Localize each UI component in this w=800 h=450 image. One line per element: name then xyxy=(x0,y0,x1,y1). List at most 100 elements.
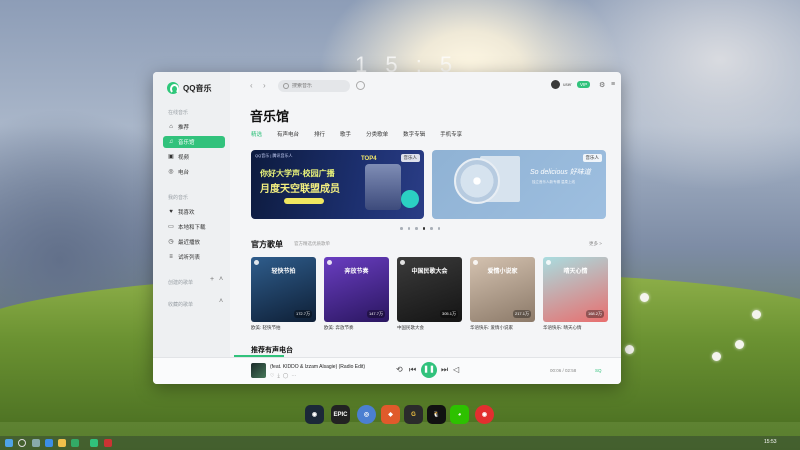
now-playing-title[interactable]: (feat. KIDDO & Izzam Alsagie) (Radio Edi… xyxy=(270,364,365,370)
tab-audio-radio[interactable]: 有声电台 xyxy=(277,130,299,138)
app-icon-orange[interactable]: ◆ xyxy=(381,405,400,424)
playlist-name[interactable]: 华语快乐: 爱情小说家 xyxy=(470,325,535,331)
playlist-name[interactable]: 欧美: 轻快节拍 xyxy=(251,325,316,331)
search-input[interactable] xyxy=(289,83,347,89)
app-icon-red[interactable] xyxy=(104,439,112,447)
sidebar-item-label: 试听列表 xyxy=(178,255,201,261)
more-link[interactable]: 更多 > xyxy=(589,241,602,247)
chevron-up-icon[interactable]: ˄ xyxy=(219,276,223,283)
carousel-dot[interactable] xyxy=(430,227,433,230)
more-icon[interactable]: ⋯ xyxy=(291,373,299,379)
playlist-card[interactable]: 爱情小说家 217.1万华语快乐: 爱情小说家 xyxy=(470,257,535,331)
playlist-cover[interactable]: 轻快节拍 172.7万 xyxy=(251,257,316,322)
sidebar-item-liked[interactable]: ♥ 我喜欢 xyxy=(163,206,225,218)
playlist-cover[interactable]: 中国民歌大会 305.1万 xyxy=(397,257,462,322)
add-playlist-icon[interactable]: + xyxy=(210,276,214,283)
playlist-name[interactable]: 中国民歌大会 xyxy=(397,325,462,331)
wechat-icon[interactable]: ◕ xyxy=(450,405,469,424)
tab-digital-albums[interactable]: 数字专辑 xyxy=(403,130,425,138)
banner-title: So delicious 好味道 xyxy=(530,169,591,176)
menu-icon[interactable]: ≡ xyxy=(611,81,615,88)
app-icon-blue[interactable]: ◎ xyxy=(357,405,376,424)
banner-campus-radio[interactable]: QQ音乐 | 腾讯音乐人 你好大学声·校园广播 月度天空联盟成员 TOP4 音乐… xyxy=(251,150,424,219)
sidebar-item-recent[interactable]: ◷ 最近播放 xyxy=(163,236,225,248)
banner-mascot xyxy=(401,190,419,208)
cover-label: 晴天心情 xyxy=(563,269,588,275)
settings-icon[interactable]: ⚙ xyxy=(599,81,605,89)
sidebar-item-recommend[interactable]: ⌂ 推荐 xyxy=(163,121,225,133)
avatar[interactable] xyxy=(551,80,560,89)
username[interactable]: user xyxy=(563,82,572,87)
forward-icon[interactable]: › xyxy=(263,81,266,90)
sidebar-created-playlists[interactable]: 创建的歌单 xyxy=(168,279,193,286)
tab-charts[interactable]: 排行 xyxy=(314,130,325,138)
playlist-cover[interactable]: 奔放节奏 147.7万 xyxy=(324,257,389,322)
sidebar-item-local-download[interactable]: ▭ 本地和下载 xyxy=(163,221,225,233)
qq-icon[interactable]: 🐧 xyxy=(427,405,446,424)
sidebar-item-label: 电台 xyxy=(178,170,190,176)
playlist-card[interactable]: 奔放节奏 147.7万欧美: 奔放节奏 xyxy=(324,257,389,331)
app-logo[interactable]: QQ音乐 xyxy=(167,82,211,94)
search-box[interactable] xyxy=(278,80,350,92)
vip-badge[interactable]: VIP xyxy=(577,81,591,88)
banner-so-delicious[interactable]: So delicious 好味道 独立音乐人新专辑 温柔上线 音乐人 xyxy=(432,150,606,219)
pause-icon: ❚❚ xyxy=(423,366,435,373)
main-content: ‹ › user VIP ⚙ ≡ – 音乐馆 精选 有声电台 排行 歌手 xyxy=(230,72,621,357)
task-view-icon[interactable] xyxy=(32,439,40,447)
quality-badge[interactable]: SQ xyxy=(595,368,602,373)
pause-button[interactable]: ❚❚ xyxy=(421,362,437,378)
carousel-dot[interactable] xyxy=(437,227,440,230)
tab-category-playlists[interactable]: 分类歌单 xyxy=(366,130,388,138)
carousel-dot[interactable] xyxy=(407,227,410,230)
sidebar-item-video[interactable]: ▣ 视频 xyxy=(163,151,225,163)
qq-music-window: QQ音乐 在线音乐 ⌂ 推荐 ♫ 音乐馆 ▣ 视频 ◎ 电台 我的音乐 ♥ 我喜… xyxy=(153,72,621,384)
playlist-name[interactable]: 华语快乐: 晴天心情 xyxy=(543,325,608,331)
chevron-up-icon[interactable]: ˄ xyxy=(219,298,223,305)
flower xyxy=(640,293,649,302)
voice-search-icon[interactable] xyxy=(356,81,365,90)
tab-bar: 精选 有声电台 排行 歌手 分类歌单 数字专辑 手机专享 xyxy=(251,130,477,138)
radio-icon: ◎ xyxy=(168,169,174,175)
search-icon[interactable] xyxy=(18,439,26,447)
tab-mobile-exclusive[interactable]: 手机专享 xyxy=(440,130,462,138)
next-track-icon[interactable]: ⏭ xyxy=(441,365,448,375)
app-icon-green[interactable] xyxy=(71,439,79,447)
qq-music-taskbar-icon[interactable] xyxy=(90,439,98,447)
sidebar-item-label: 本地和下载 xyxy=(178,225,206,231)
playlist-cover[interactable]: 爱情小说家 217.1万 xyxy=(470,257,535,322)
banner-subheadline: 月度天空联盟成员 xyxy=(260,184,340,195)
sidebar-item-music-hall[interactable]: ♫ 音乐馆 xyxy=(163,136,225,148)
taskbar-time[interactable]: 15:53 xyxy=(764,439,777,445)
playlist-cover[interactable]: 晴天心情 168.2万 xyxy=(543,257,608,322)
steam-icon[interactable]: ◉ xyxy=(305,405,324,424)
sidebar-item-trial-list[interactable]: ≡ 试听列表 xyxy=(163,251,225,263)
sidebar-item-radio[interactable]: ◎ 电台 xyxy=(163,166,225,178)
start-icon[interactable] xyxy=(5,439,13,447)
sidebar-collected-playlists[interactable]: 收藏的歌单 xyxy=(168,301,193,308)
carousel-dot[interactable] xyxy=(422,227,425,230)
video-icon: ▣ xyxy=(168,154,174,160)
now-playing-cover[interactable] xyxy=(251,363,266,378)
sidebar-item-label: 推荐 xyxy=(178,125,190,131)
previous-track-icon[interactable]: ⏮ xyxy=(409,365,416,375)
edge-icon[interactable] xyxy=(45,439,53,447)
file-explorer-icon[interactable] xyxy=(58,439,66,447)
playlist-name[interactable]: 欧美: 奔放节奏 xyxy=(324,325,389,331)
loop-mode-icon[interactable]: ⟲ xyxy=(396,365,403,374)
tab-featured[interactable]: 精选 xyxy=(251,130,262,138)
volume-icon[interactable]: ◁ xyxy=(453,365,459,374)
official-badge-icon xyxy=(473,260,478,265)
sidebar-item-label: 音乐馆 xyxy=(178,140,195,146)
epic-games-icon[interactable]: EPIC xyxy=(331,405,350,424)
playlist-card[interactable]: 中国民歌大会 305.1万中国民歌大会 xyxy=(397,257,462,331)
netease-music-icon[interactable]: ◉ xyxy=(475,405,494,424)
carousel-dot[interactable] xyxy=(415,227,418,230)
tab-artists[interactable]: 歌手 xyxy=(340,130,351,138)
playlist-card[interactable]: 晴天心情 168.2万华语快乐: 晴天心情 xyxy=(543,257,608,331)
playlist-card[interactable]: 轻快节拍 172.7万欧美: 轻快节拍 xyxy=(251,257,316,331)
back-icon[interactable]: ‹ xyxy=(250,81,253,90)
official-badge-icon xyxy=(254,260,259,265)
app-icon-g[interactable]: G xyxy=(404,405,423,424)
carousel-dot[interactable] xyxy=(400,227,403,230)
player-bar: (feat. KIDDO & Izzam Alsagie) (Radio Edi… xyxy=(153,357,621,384)
